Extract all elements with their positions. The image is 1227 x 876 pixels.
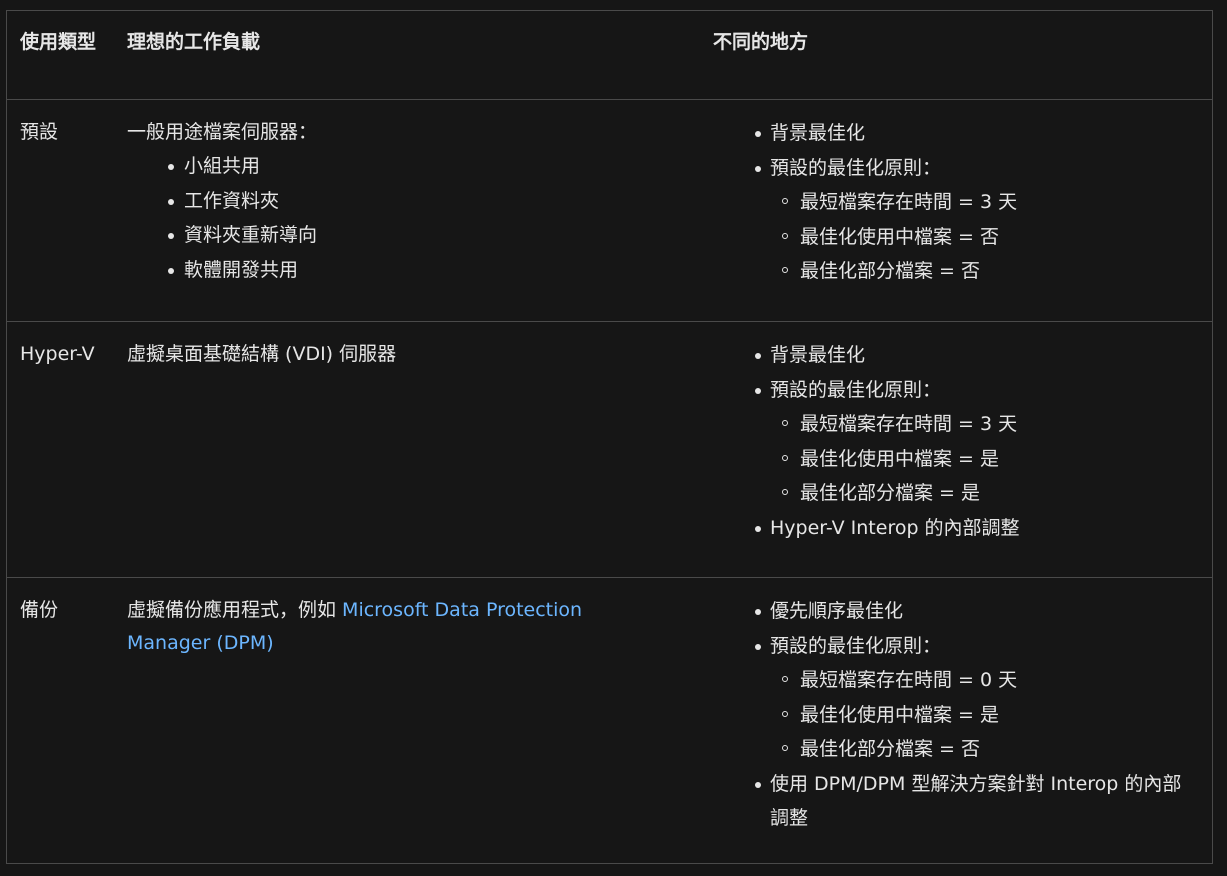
list-item-label: 使用 DPM/DPM 型解決方案針對 Interop 的內部調整	[770, 772, 1182, 830]
sub-list-item: 最佳化部分檔案 = 否	[770, 732, 1203, 767]
differences-list: 背景最佳化 預設的最佳化原則： 最短檔案存在時間 = 3 天 最佳化使用中檔案 …	[713, 116, 1203, 289]
table-row: Hyper-V 虛擬桌面基礎結構 (VDI) 伺服器 背景最佳化 預設的最佳化原…	[7, 322, 1212, 578]
sub-list: 最短檔案存在時間 = 3 天 最佳化使用中檔案 = 否 最佳化部分檔案 = 否	[770, 185, 1203, 289]
usage-type-cell: 預設	[20, 121, 59, 143]
list-item-label: 預設的最佳化原則：	[770, 378, 942, 401]
workload-cell: 虛擬桌面基礎結構 (VDI) 伺服器	[127, 338, 627, 371]
list-item-label: 預設的最佳化原則：	[770, 156, 942, 179]
differences-cell: 背景最佳化 預設的最佳化原則： 最短檔案存在時間 = 3 天 最佳化使用中檔案 …	[713, 116, 1203, 289]
usage-type-table: 使用類型 理想的工作負載 不同的地方 預設 一般用途檔案伺服器： 小組共用 工作…	[6, 10, 1213, 864]
differences-list: 背景最佳化 預設的最佳化原則： 最短檔案存在時間 = 3 天 最佳化使用中檔案 …	[713, 338, 1203, 545]
sub-list: 最短檔案存在時間 = 3 天 最佳化使用中檔案 = 是 最佳化部分檔案 = 是	[770, 407, 1203, 511]
header-differences: 不同的地方	[713, 31, 809, 53]
list-item-label: 預設的最佳化原則：	[770, 634, 942, 657]
workload-text: 一般用途檔案伺服器：	[127, 121, 318, 143]
usage-type-cell: Hyper-V	[20, 343, 95, 365]
sub-list-item: 最佳化使用中檔案 = 否	[770, 220, 1203, 255]
list-item: 優先順序最佳化	[713, 594, 1203, 629]
list-item: 預設的最佳化原則： 最短檔案存在時間 = 0 天 最佳化使用中檔案 = 是 最佳…	[713, 629, 1203, 767]
list-item: 背景最佳化	[713, 338, 1203, 373]
list-item-label: Hyper-V Interop 的內部調整	[770, 516, 1020, 539]
list-item: 軟體開發共用	[127, 253, 627, 288]
sub-list-item: 最佳化部分檔案 = 否	[770, 254, 1203, 289]
list-item: 小組共用	[127, 149, 627, 184]
differences-cell: 背景最佳化 預設的最佳化原則： 最短檔案存在時間 = 3 天 最佳化使用中檔案 …	[713, 338, 1203, 545]
workload-cell: 虛擬備份應用程式，例如 Microsoft Data Protection Ma…	[127, 594, 627, 660]
list-item-label: 背景最佳化	[770, 122, 866, 144]
sub-list-item: 最短檔案存在時間 = 3 天	[770, 407, 1203, 442]
list-item: 背景最佳化	[713, 116, 1203, 151]
list-item: 使用 DPM/DPM 型解決方案針對 Interop 的內部調整	[713, 767, 1203, 836]
table-header-row: 使用類型 理想的工作負載 不同的地方	[7, 11, 1212, 100]
workload-list: 小組共用 工作資料夾 資料夾重新導向 軟體開發共用	[127, 149, 627, 287]
usage-type-cell: 備份	[20, 599, 59, 621]
workload-text: 虛擬備份應用程式，例如	[127, 599, 343, 621]
workload-cell: 一般用途檔案伺服器： 小組共用 工作資料夾 資料夾重新導向 軟體開發共用	[127, 116, 627, 287]
table-row: 預設 一般用途檔案伺服器： 小組共用 工作資料夾 資料夾重新導向 軟體開發共用 …	[7, 100, 1212, 322]
differences-cell: 優先順序最佳化 預設的最佳化原則： 最短檔案存在時間 = 0 天 最佳化使用中檔…	[713, 594, 1203, 836]
workload-text: 虛擬桌面基礎結構 (VDI) 伺服器	[127, 343, 397, 365]
header-ideal-workload: 理想的工作負載	[127, 31, 261, 53]
list-item: 資料夾重新導向	[127, 218, 627, 253]
sub-list: 最短檔案存在時間 = 0 天 最佳化使用中檔案 = 是 最佳化部分檔案 = 否	[770, 663, 1203, 767]
list-item-label: 優先順序最佳化	[770, 600, 904, 622]
list-item: 工作資料夾	[127, 184, 627, 219]
list-item-label: 背景最佳化	[770, 344, 866, 366]
list-item: 預設的最佳化原則： 最短檔案存在時間 = 3 天 最佳化使用中檔案 = 否 最佳…	[713, 151, 1203, 289]
header-usage-type: 使用類型	[20, 31, 97, 53]
sub-list-item: 最佳化使用中檔案 = 是	[770, 698, 1203, 733]
sub-list-item: 最短檔案存在時間 = 3 天	[770, 185, 1203, 220]
sub-list-item: 最佳化部分檔案 = 是	[770, 476, 1203, 511]
list-item: Hyper-V Interop 的內部調整	[713, 511, 1203, 546]
table-row: 備份 虛擬備份應用程式，例如 Microsoft Data Protection…	[7, 578, 1212, 865]
sub-list-item: 最短檔案存在時間 = 0 天	[770, 663, 1203, 698]
differences-list: 優先順序最佳化 預設的最佳化原則： 最短檔案存在時間 = 0 天 最佳化使用中檔…	[713, 594, 1203, 836]
list-item: 預設的最佳化原則： 最短檔案存在時間 = 3 天 最佳化使用中檔案 = 是 最佳…	[713, 373, 1203, 511]
sub-list-item: 最佳化使用中檔案 = 是	[770, 442, 1203, 477]
